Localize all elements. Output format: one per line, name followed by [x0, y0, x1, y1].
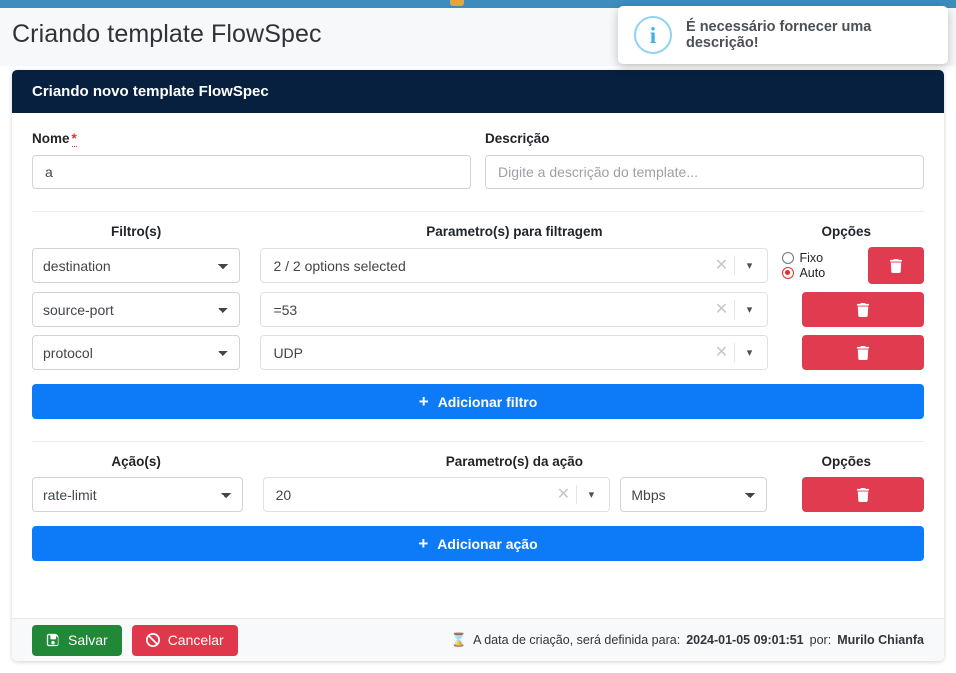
name-label: Nome *: [32, 131, 471, 147]
name-input[interactable]: [32, 155, 471, 189]
radio-auto-indicator[interactable]: [782, 267, 795, 279]
filter-param-multiselect[interactable]: 2 / 2 options selected ✕ ▾: [260, 248, 769, 283]
mode-radio-group: Fixo Auto: [782, 251, 825, 280]
cancel-label: Cancelar: [167, 632, 224, 648]
filter-row: source-port =53 ✕ ▾: [32, 292, 924, 327]
trash-icon: [856, 302, 870, 317]
filters-column-headers: Filtro(s) Parametro(s) para filtragem Op…: [32, 224, 924, 239]
name-description-row: Nome* Descrição: [32, 113, 924, 189]
plus-icon: +: [418, 392, 429, 411]
trash-icon: [856, 345, 870, 360]
add-filter-button[interactable]: + Adicionar filtro: [32, 384, 924, 419]
save-button[interactable]: Salvar: [32, 624, 122, 656]
card-footer: Salvar Cancelar ⌛ A data de criação, ser…: [12, 618, 944, 661]
description-input[interactable]: [485, 155, 924, 189]
filter-param-value: UDP: [273, 344, 303, 361]
filter-row: protocol UDP ✕ ▾: [32, 335, 924, 370]
action-type-select[interactable]: rate-limit: [32, 477, 243, 512]
card-header: Criando novo template FlowSpec: [12, 70, 944, 113]
radio-auto[interactable]: Auto: [782, 266, 825, 280]
save-label: Salvar: [68, 632, 108, 648]
clear-x-icon[interactable]: ✕: [550, 486, 576, 503]
actions-column-headers: Ação(s) Parametro(s) da ação Opções: [32, 454, 924, 469]
app-logo-icon: [450, 0, 464, 6]
filter-param-multiselect[interactable]: =53 ✕ ▾: [260, 292, 769, 327]
page-title: Criando template FlowSpec: [12, 20, 322, 48]
action-unit-select[interactable]: Mbps: [620, 477, 767, 512]
radio-fixo-label: Fixo: [799, 251, 824, 265]
filter-type-select[interactable]: source-port: [32, 292, 241, 327]
save-floppy-icon: [46, 633, 59, 647]
action-param-value: 20: [275, 486, 292, 503]
clear-x-icon[interactable]: ✕: [708, 301, 734, 318]
trash-icon: [889, 258, 903, 273]
filter-param-value: =53: [273, 301, 298, 318]
filters-col-param-header: Parametro(s) para filtragem: [426, 224, 603, 239]
trash-icon: [856, 487, 870, 502]
actions-divider: [32, 441, 924, 442]
filters-col-options-header: Opções: [821, 224, 872, 239]
card-body: Nome* Descrição Filtro(s) Parametro(s) p…: [12, 113, 944, 618]
radio-auto-label: Auto: [799, 266, 826, 280]
ban-icon: [145, 633, 160, 647]
filter-options-cell: Fixo Auto: [768, 247, 924, 284]
clear-x-icon[interactable]: ✕: [708, 344, 734, 361]
info-circle-icon: i: [634, 16, 672, 54]
add-action-label: Adicionar ação: [437, 535, 538, 552]
name-label-text: Nome: [32, 131, 70, 146]
clear-x-icon[interactable]: ✕: [708, 257, 734, 274]
delete-filter-button[interactable]: [802, 335, 924, 370]
filter-param-multiselect[interactable]: UDP ✕ ▾: [260, 335, 769, 370]
chevron-down-icon[interactable]: ▾: [735, 303, 763, 316]
chevron-down-icon[interactable]: ▾: [735, 259, 763, 272]
name-field-group: Nome *: [32, 131, 471, 189]
action-options-cell: [767, 477, 924, 512]
creation-date-note: ⌛ A data de criação, será definida para:…: [451, 632, 924, 648]
description-label: Descrição: [485, 131, 550, 146]
chevron-down-icon[interactable]: ▾: [577, 488, 605, 501]
delete-filter-button[interactable]: [868, 247, 924, 284]
filter-type-select[interactable]: destination: [32, 248, 241, 283]
actions-col-param-header: Parametro(s) da ação: [445, 454, 584, 469]
delete-filter-button[interactable]: [802, 292, 924, 327]
note-by: por:: [809, 633, 832, 647]
chevron-down-icon[interactable]: ▾: [735, 346, 763, 359]
plus-icon: +: [418, 534, 429, 553]
note-user: Murilo Chianfa: [837, 633, 924, 647]
toast-notification[interactable]: i É necessário fornecer uma descrição!: [618, 6, 948, 64]
filter-param-value: 2 / 2 options selected: [273, 257, 406, 274]
hourglass-icon: ⌛: [450, 632, 468, 647]
note-prefix: A data de criação, será definida para:: [473, 633, 681, 647]
filter-options-cell: [768, 292, 924, 327]
filter-type-select[interactable]: protocol: [32, 335, 241, 370]
cancel-button[interactable]: Cancelar: [131, 624, 238, 656]
action-param-multiselect[interactable]: 20 ✕ ▾: [262, 477, 611, 512]
flowspec-template-card: Criando novo template FlowSpec Nome* Des…: [12, 70, 944, 661]
actions-col-action-header: Ação(s): [111, 454, 161, 469]
required-asterisk: *: [71, 131, 77, 147]
filter-row: destination 2 / 2 options selected ✕ ▾ F…: [32, 247, 924, 284]
description-field-group: Descrição: [485, 131, 924, 189]
action-row: rate-limit 20 ✕ ▾ Mbps: [32, 477, 924, 512]
filter-options-cell: [768, 335, 924, 370]
filters-divider: [32, 211, 924, 212]
radio-fixo[interactable]: Fixo: [782, 251, 825, 265]
card-header-title: Criando novo template FlowSpec: [32, 83, 269, 100]
add-filter-label: Adicionar filtro: [437, 393, 538, 410]
delete-action-button[interactable]: [801, 477, 924, 512]
radio-fixo-indicator[interactable]: [782, 252, 795, 264]
toast-message: É necessário fornecer uma descrição!: [686, 19, 872, 51]
actions-col-options-header: Opções: [821, 454, 872, 469]
note-datetime: 2024-01-05 09:01:51: [686, 633, 804, 647]
add-action-button[interactable]: + Adicionar ação: [32, 526, 924, 561]
filters-col-filter-header: Filtro(s): [110, 224, 162, 239]
